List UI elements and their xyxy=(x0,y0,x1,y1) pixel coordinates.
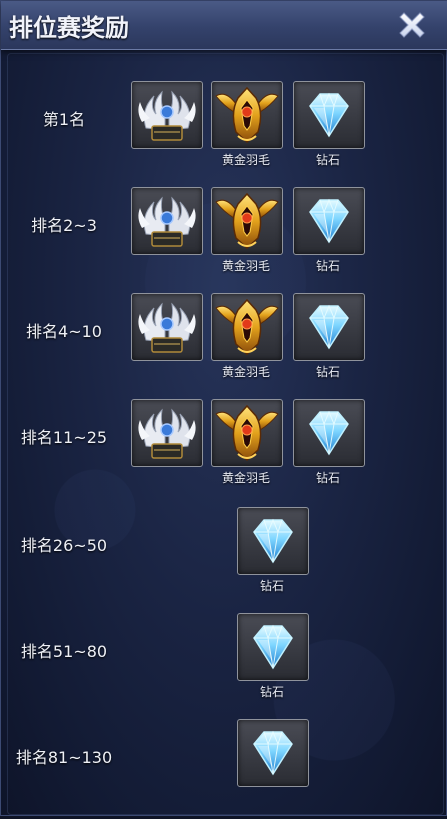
diamond-icon xyxy=(309,92,349,138)
reward-slot-wings[interactable] xyxy=(131,187,203,255)
reward-item-name: 钻石 xyxy=(315,153,340,167)
reward-slot-diamond[interactable] xyxy=(237,719,309,787)
gold-feather-helmet-icon xyxy=(215,404,279,462)
rank-label: 第1名 xyxy=(42,110,86,129)
silver-wings-icon xyxy=(138,302,196,353)
reward-slot-diamond[interactable] xyxy=(293,399,365,467)
reward-row: 排名11~25 黄金羽毛 钻石 xyxy=(1,399,447,499)
close-button[interactable] xyxy=(394,7,430,43)
reward-slot-wings[interactable] xyxy=(131,399,203,467)
diamond-icon xyxy=(253,624,293,670)
reward-slot-gold-feather[interactable] xyxy=(211,81,283,149)
gold-feather-helmet-icon xyxy=(215,192,279,250)
silver-wings-icon xyxy=(138,408,196,459)
reward-slot-gold-feather[interactable] xyxy=(211,399,283,467)
rank-label: 排名11~25 xyxy=(20,428,108,447)
reward-slot-diamond[interactable] xyxy=(237,613,309,681)
reward-row: 排名2~3 黄金羽毛 钻石 xyxy=(1,187,447,287)
silver-wings-icon xyxy=(138,196,196,247)
reward-item-name: 钻石 xyxy=(259,685,284,699)
reward-item-name: 钻石 xyxy=(315,259,340,273)
reward-slot-wings[interactable] xyxy=(131,293,203,361)
rank-label: 排名26~50 xyxy=(20,536,108,555)
reward-panel: 排位赛奖励 第1名 黄金羽毛 钻石 排名2~3 黄金羽毛 钻石 排名4~10 黄… xyxy=(0,0,447,816)
gold-feather-helmet-icon xyxy=(215,298,279,356)
reward-item-name: 黄金羽毛 xyxy=(221,365,270,379)
diamond-icon xyxy=(309,410,349,456)
reward-slot-diamond[interactable] xyxy=(293,187,365,255)
reward-item-name: 黄金羽毛 xyxy=(221,259,270,273)
diamond-icon xyxy=(309,198,349,244)
reward-slot-gold-feather[interactable] xyxy=(211,293,283,361)
reward-item-name: 钻石 xyxy=(315,471,340,485)
reward-item-name: 钻石 xyxy=(259,579,284,593)
reward-row: 排名81~130 xyxy=(1,719,447,819)
reward-slot-diamond[interactable] xyxy=(293,81,365,149)
reward-item-name: 黄金羽毛 xyxy=(221,153,270,167)
reward-row: 排名26~50 钻石 xyxy=(1,507,447,607)
rank-label: 排名4~10 xyxy=(26,322,102,341)
diamond-icon xyxy=(309,304,349,350)
reward-slot-diamond[interactable] xyxy=(237,507,309,575)
reward-row: 排名51~80 钻石 xyxy=(1,613,447,713)
reward-row: 第1名 黄金羽毛 钻石 xyxy=(1,81,447,181)
reward-item-name: 钻石 xyxy=(315,365,340,379)
rank-label: 排名51~80 xyxy=(20,642,108,661)
title-bar: 排位赛奖励 xyxy=(1,1,447,50)
panel-title: 排位赛奖励 xyxy=(9,14,129,42)
close-x-icon xyxy=(399,12,425,38)
gold-feather-helmet-icon xyxy=(215,86,279,144)
reward-item-name: 黄金羽毛 xyxy=(221,471,270,485)
diamond-icon xyxy=(253,518,293,564)
reward-slot-gold-feather[interactable] xyxy=(211,187,283,255)
rank-label: 排名2~3 xyxy=(31,216,97,235)
diamond-icon xyxy=(253,730,293,776)
reward-slot-wings[interactable] xyxy=(131,81,203,149)
rank-label: 排名81~130 xyxy=(15,748,113,767)
reward-slot-diamond[interactable] xyxy=(293,293,365,361)
reward-row: 排名4~10 黄金羽毛 钻石 xyxy=(1,293,447,393)
silver-wings-icon xyxy=(138,90,196,141)
